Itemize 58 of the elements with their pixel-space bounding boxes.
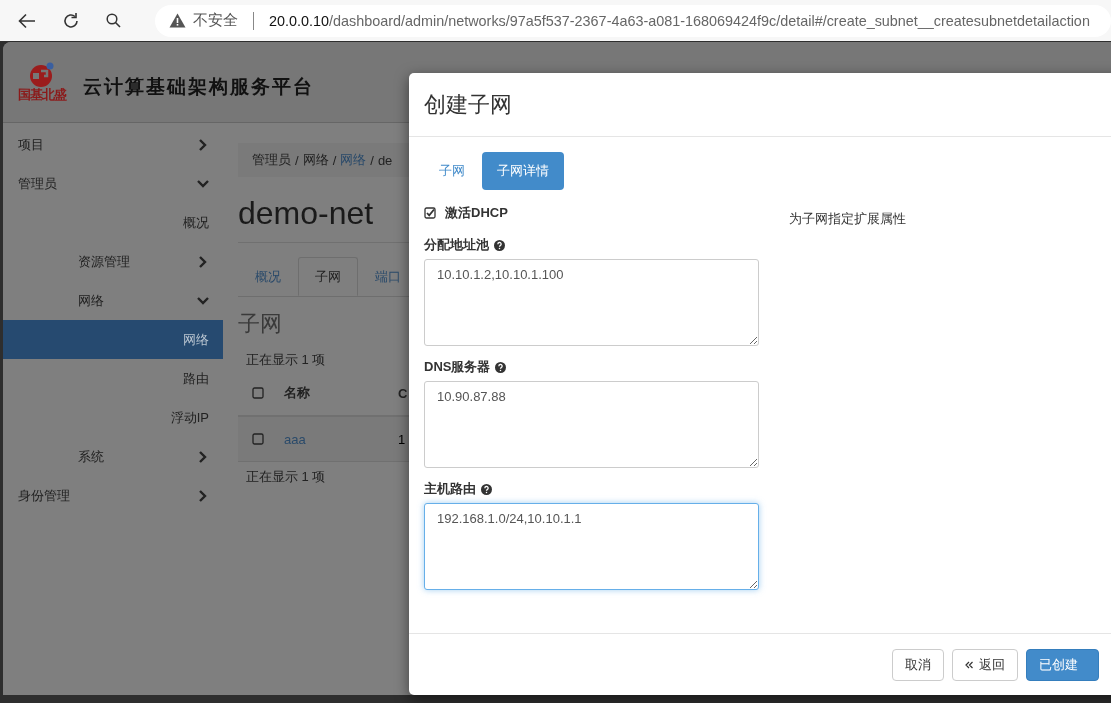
help-icon [495, 361, 507, 373]
cancel-button[interactable]: 取消 [892, 649, 944, 681]
checkbox[interactable] [252, 433, 264, 445]
text-area[interactable]: 10.10.1.2,10.10.1.100 [424, 259, 759, 346]
back-arrow-icon[interactable] [18, 12, 36, 29]
field-label: 主机路由 [424, 480, 476, 498]
url-text: 20.0.0.10/dashboard/admin/networks/97a5f537-2367-4a63-a081-168069424f9c/detail#/create_subnet__createsubnetdetailaction [269, 12, 1090, 29]
tab[interactable]: 子网 [298, 257, 358, 296]
text-area[interactable]: 10.90.87.88 [424, 381, 759, 468]
warning-icon [169, 13, 186, 28]
help-icon [494, 239, 505, 251]
tab[interactable]: 概况 [238, 257, 298, 296]
breadcrumb-item: 网络 [302, 151, 329, 169]
sidebar-item[interactable]: 概况 [3, 203, 223, 242]
search-icon[interactable] [106, 13, 121, 28]
sidebar-item[interactable]: 身份管理 [3, 476, 223, 515]
logo-text: 国基北盛 [18, 88, 66, 102]
create-button[interactable]: 已创建 [1026, 649, 1099, 681]
checkbox[interactable] [252, 387, 264, 399]
text-area[interactable]: 192.168.1.0/24,10.10.1.1 [424, 503, 759, 590]
breadcrumb-separator: / [332, 152, 337, 168]
sidebar-item[interactable]: 管理员 [3, 164, 223, 203]
back-button[interactable]: 返回 [952, 649, 1018, 681]
sidebar-item[interactable]: 系统 [3, 437, 223, 476]
breadcrumb-item: 管理员 [252, 151, 291, 169]
sidebar-item[interactable]: 项目 [3, 125, 223, 164]
checkbox-label: 激活DHCP [445, 204, 508, 222]
logo-emblem-icon [29, 62, 55, 88]
column-header: 名称 [284, 384, 311, 402]
sidebar-item[interactable]: 路由 [3, 359, 223, 398]
sidebar-item[interactable]: 网络 [3, 320, 223, 359]
help-text: 为子网指定扩展属性 [789, 211, 906, 226]
tab[interactable]: 子网详情 [482, 152, 564, 190]
site-title: 云计算基础架构服务平台 [83, 74, 314, 99]
checked-checkbox[interactable] [424, 207, 436, 219]
sidebar-item[interactable]: 浮动IP [3, 398, 223, 437]
item-count: 正在显示 1 项 [245, 351, 327, 369]
address-bar[interactable]: 不安全 20.0.0.10/dashboard/admin/networks/97a5f537-2367-4a63-a081-168069424f9c/detail#/create_subnet__createsubnetdetailaction [155, 4, 1111, 37]
breadcrumb-separator: / [295, 152, 299, 168]
security-label: 不安全 [193, 11, 238, 30]
breadcrumb-separator: / [370, 152, 374, 168]
sidebar-item[interactable]: 资源管理 [3, 242, 223, 281]
reload-icon[interactable] [62, 11, 80, 30]
field-label: DNS服务器 [424, 358, 491, 376]
subnet-link[interactable]: aaa [284, 431, 398, 447]
item-count: 正在显示 1 项 [245, 468, 327, 486]
section-title: 子网 [238, 310, 283, 338]
breadcrumb-item: de [377, 152, 393, 168]
modal-title: 创建子网 [424, 90, 512, 119]
tab[interactable]: 端口 [358, 257, 409, 296]
table-cell: 1 [398, 431, 406, 447]
column-header: C [398, 385, 408, 401]
field-label: 分配地址池 [424, 236, 489, 254]
double-chevron-left-icon [965, 661, 973, 669]
help-icon [481, 483, 492, 495]
breadcrumb-link[interactable]: 网络 [340, 151, 367, 169]
sidebar-item[interactable]: 网络 [3, 281, 223, 320]
tab[interactable]: 子网 [424, 152, 480, 190]
